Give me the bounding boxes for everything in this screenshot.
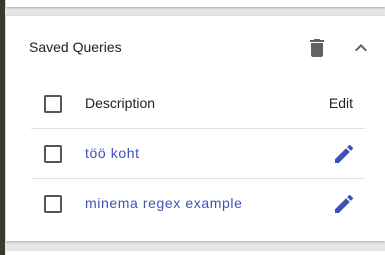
pencil-icon (335, 194, 354, 213)
collapse-button[interactable] (349, 36, 373, 60)
row-checkbox[interactable] (44, 195, 62, 213)
query-link[interactable]: töö koht (85, 145, 140, 161)
panel-title: Saved Queries (29, 39, 122, 55)
column-header-edit: Edit (328, 95, 353, 111)
table-row: töö koht (31, 129, 365, 179)
table-header-row: Description Edit (31, 79, 365, 129)
next-card (6, 251, 385, 255)
table-row: minema regex example (31, 179, 365, 228)
delete-button[interactable] (305, 36, 329, 60)
edit-button[interactable] (332, 192, 356, 216)
chevron-up-icon (355, 44, 367, 52)
trash-icon (310, 39, 324, 57)
select-all-checkbox[interactable] (44, 95, 62, 113)
edit-button[interactable] (332, 142, 356, 166)
query-link[interactable]: minema regex example (85, 195, 243, 211)
column-header-description: Description (85, 95, 156, 111)
saved-queries-panel: Saved Queries Description Edit töö koht (6, 16, 385, 241)
saved-queries-table: Description Edit töö koht minema regex e… (31, 79, 365, 228)
panel-header: Saved Queries (6, 16, 385, 79)
background-edge (0, 0, 5, 255)
pencil-icon (335, 144, 354, 163)
row-checkbox[interactable] (44, 145, 62, 163)
previous-card (6, 0, 385, 7)
